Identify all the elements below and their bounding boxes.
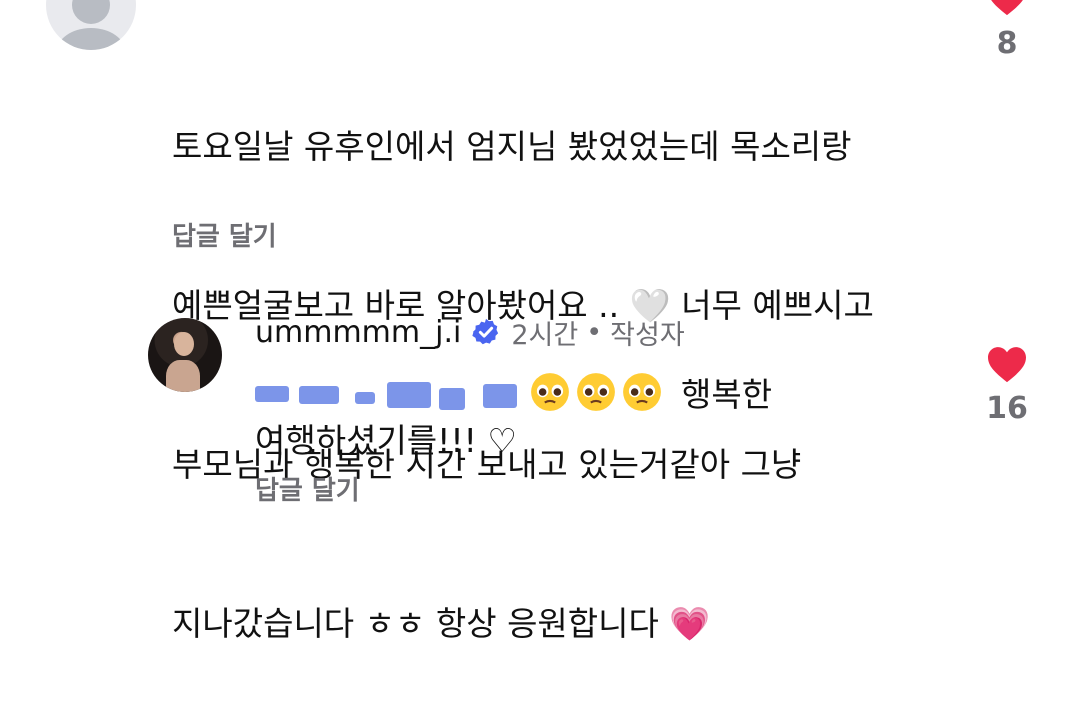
pleading-face-emoji xyxy=(623,373,661,411)
comment-text: 토요일날 유후인에서 엄지님 봤었었는데 목소리랑 예쁜얼굴보고 바로 알아봤어… xyxy=(172,14,962,703)
comment-line: 행복한 xyxy=(255,364,772,420)
reply-button[interactable]: 답글 달기 xyxy=(172,216,277,253)
like-count: 8 xyxy=(996,26,1018,61)
author-badge: 작성자 xyxy=(610,319,685,351)
avatar-head-shape xyxy=(72,0,110,24)
separator-dot: • xyxy=(586,316,603,348)
username[interactable]: ummmmm_j.i xyxy=(255,315,461,350)
heart-icon[interactable] xyxy=(986,345,1028,383)
like-control[interactable]: 8 xyxy=(977,0,1037,61)
user-avatar[interactable] xyxy=(148,318,222,392)
avatar-body-shape xyxy=(166,360,200,392)
comment-text: 여행하셨기를!!! ♡ xyxy=(255,421,517,460)
verified-badge-icon xyxy=(471,317,501,347)
comment-text: 행복한 xyxy=(681,375,773,414)
comment-line: 토요일날 유후인에서 엄지님 봤었었는데 목소리랑 xyxy=(172,127,852,166)
default-avatar-icon[interactable] xyxy=(46,0,136,50)
comment-line: 지나갔습니다 ㅎㅎ 항상 응원합니다 💗 xyxy=(172,604,711,643)
pleading-face-emoji xyxy=(531,373,569,411)
reply-button[interactable]: 답글 달기 xyxy=(255,470,360,507)
like-count: 16 xyxy=(986,391,1028,426)
like-control[interactable]: 16 xyxy=(977,345,1037,426)
blurred-mention xyxy=(255,372,525,412)
avatar-face-shape xyxy=(174,332,194,356)
avatar-shoulders-shape xyxy=(56,28,126,50)
comment-header: ummmmm_j.i 2시간 • 작성자 xyxy=(255,310,685,354)
heart-icon[interactable] xyxy=(986,0,1028,16)
timestamp: 2시간 xyxy=(511,319,579,351)
pleading-face-emoji xyxy=(577,373,615,411)
